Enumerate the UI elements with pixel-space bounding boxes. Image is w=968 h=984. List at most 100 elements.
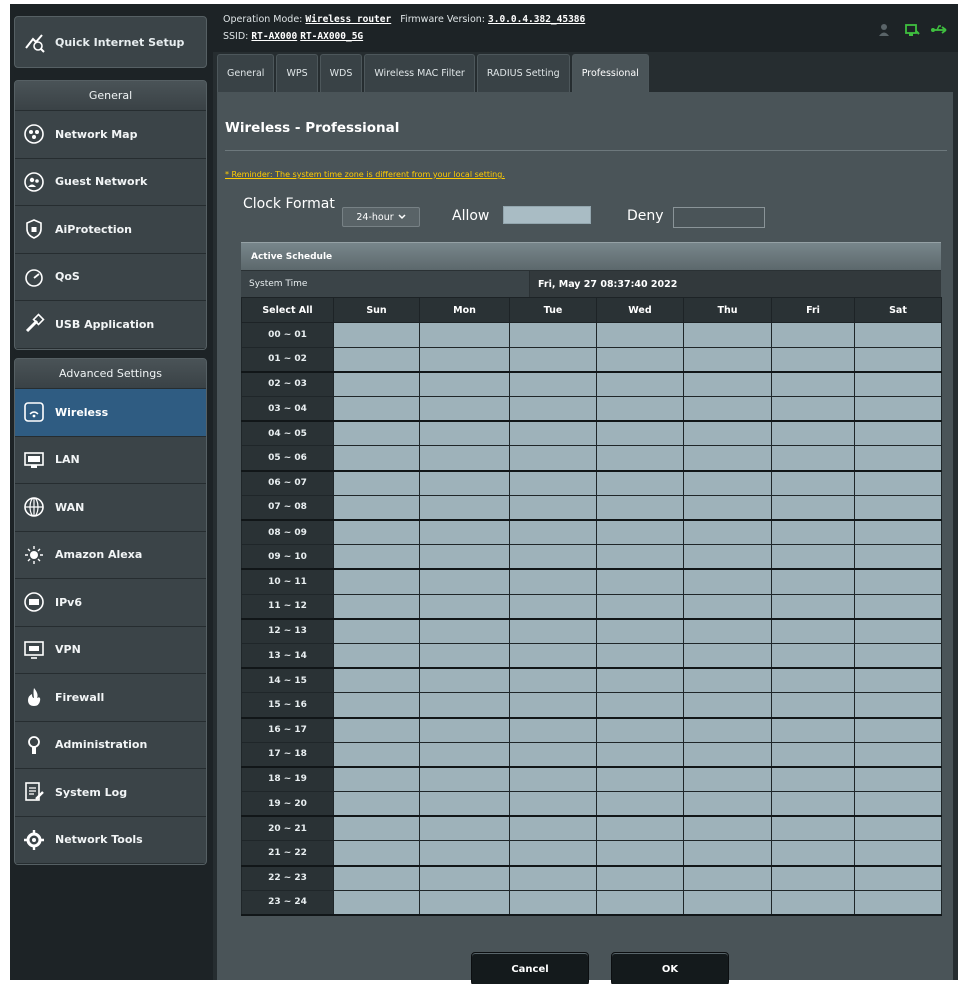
schedule-cell[interactable] (596, 865, 684, 891)
hour-label[interactable]: 02 ~ 03 (241, 371, 334, 398)
schedule-cell[interactable] (333, 865, 420, 891)
schedule-cell[interactable] (771, 717, 855, 743)
timezone-reminder-link[interactable]: * Reminder: The system time zone is diff… (225, 170, 505, 179)
schedule-cell[interactable] (333, 346, 420, 373)
schedule-cell[interactable] (854, 791, 942, 818)
ok-button[interactable]: OK (611, 952, 729, 984)
schedule-cell[interactable] (683, 840, 772, 867)
schedule-cell[interactable] (854, 815, 942, 842)
hour-label[interactable]: 00 ~ 01 (241, 322, 334, 348)
schedule-cell[interactable] (419, 840, 510, 867)
schedule-cell[interactable] (596, 593, 684, 620)
clock-format-select[interactable]: 24-hour (342, 207, 420, 227)
sidebar-item-lan[interactable]: LAN (15, 437, 206, 484)
schedule-cell[interactable] (419, 766, 510, 793)
schedule-cell[interactable] (683, 642, 772, 670)
schedule-cell[interactable] (596, 544, 684, 571)
user-icon[interactable] (878, 22, 896, 38)
schedule-cell[interactable] (596, 717, 684, 743)
schedule-cell[interactable] (854, 519, 942, 546)
schedule-cell[interactable] (509, 692, 597, 719)
schedule-cell[interactable] (854, 865, 942, 891)
schedule-cell[interactable] (854, 420, 942, 447)
schedule-cell[interactable] (419, 889, 510, 916)
sidebar-item-administration[interactable]: Administration (15, 722, 206, 769)
schedule-cell[interactable] (596, 494, 684, 521)
schedule-cell[interactable] (596, 618, 684, 644)
sidebar-item-firewall[interactable]: Firewall (15, 674, 206, 722)
schedule-cell[interactable] (419, 346, 510, 373)
sidebar-item-ipv6[interactable]: IPv6 (15, 579, 206, 627)
sidebar-item-network-tools[interactable]: Network Tools (15, 817, 206, 864)
schedule-cell[interactable] (596, 371, 684, 398)
sidebar-item-aiprotection[interactable]: AiProtection (15, 206, 206, 254)
firmware-link[interactable]: 3.0.0.4.382_45386 (488, 14, 585, 25)
hour-label[interactable]: 23 ~ 24 (241, 889, 334, 916)
sidebar-item-qos[interactable]: QoS (15, 254, 206, 301)
schedule-cell[interactable] (509, 371, 597, 398)
schedule-cell[interactable] (419, 396, 510, 423)
schedule-cell[interactable] (683, 494, 772, 521)
schedule-cell[interactable] (509, 396, 597, 423)
tab-wps[interactable]: WPS (276, 54, 318, 92)
schedule-cell[interactable] (596, 396, 684, 423)
schedule-cell[interactable] (771, 494, 855, 521)
schedule-cell[interactable] (333, 840, 420, 867)
schedule-cell[interactable] (683, 445, 772, 472)
schedule-cell[interactable] (683, 741, 772, 768)
schedule-cell[interactable] (333, 618, 420, 644)
schedule-cell[interactable] (419, 470, 510, 496)
sidebar-item-system-log[interactable]: System Log (15, 769, 206, 817)
schedule-cell[interactable] (509, 642, 597, 670)
schedule-cell[interactable] (596, 470, 684, 496)
schedule-cell[interactable] (854, 618, 942, 644)
schedule-cell[interactable] (509, 494, 597, 521)
sidebar-item-guest-network[interactable]: Guest Network (15, 159, 206, 206)
schedule-cell[interactable] (771, 667, 855, 694)
schedule-cell[interactable] (683, 865, 772, 891)
schedule-cell[interactable] (683, 766, 772, 793)
schedule-cell[interactable] (854, 667, 942, 694)
schedule-cell[interactable] (419, 544, 510, 571)
schedule-cell[interactable] (683, 815, 772, 842)
schedule-cell[interactable] (683, 470, 772, 496)
day-header-wed[interactable]: Wed (596, 297, 684, 323)
schedule-cell[interactable] (509, 519, 597, 546)
schedule-cell[interactable] (333, 766, 420, 793)
schedule-cell[interactable] (596, 519, 684, 546)
schedule-cell[interactable] (771, 470, 855, 496)
schedule-cell[interactable] (509, 766, 597, 793)
schedule-cell[interactable] (596, 840, 684, 867)
schedule-cell[interactable] (683, 396, 772, 423)
hour-label[interactable]: 13 ~ 14 (241, 642, 334, 670)
schedule-cell[interactable] (854, 766, 942, 793)
hour-label[interactable]: 08 ~ 09 (241, 519, 334, 546)
sidebar-item-usb-application[interactable]: USB Application (15, 301, 206, 349)
schedule-cell[interactable] (419, 371, 510, 398)
hour-label[interactable]: 22 ~ 23 (241, 865, 334, 891)
schedule-cell[interactable] (509, 568, 597, 595)
schedule-cell[interactable] (771, 396, 855, 423)
schedule-cell[interactable] (509, 470, 597, 496)
schedule-cell[interactable] (683, 791, 772, 818)
schedule-cell[interactable] (596, 568, 684, 595)
schedule-cell[interactable] (419, 568, 510, 595)
schedule-cell[interactable] (771, 865, 855, 891)
schedule-cell[interactable] (771, 791, 855, 818)
day-header-mon[interactable]: Mon (419, 297, 510, 323)
schedule-cell[interactable] (419, 494, 510, 521)
schedule-cell[interactable] (596, 766, 684, 793)
ssid-5g-link[interactable]: RT-AX000_5G (300, 31, 363, 42)
schedule-cell[interactable] (683, 322, 772, 348)
tab-professional[interactable]: Professional (571, 54, 649, 92)
schedule-cell[interactable] (854, 692, 942, 719)
schedule-cell[interactable] (333, 544, 420, 571)
schedule-cell[interactable] (509, 815, 597, 842)
day-header-sat[interactable]: Sat (854, 297, 942, 323)
schedule-cell[interactable] (596, 667, 684, 694)
hour-label[interactable]: 16 ~ 17 (241, 717, 334, 743)
schedule-cell[interactable] (333, 519, 420, 546)
hour-label[interactable]: 12 ~ 13 (241, 618, 334, 644)
schedule-cell[interactable] (771, 519, 855, 546)
ssid-2g-link[interactable]: RT-AX000 (251, 31, 297, 42)
